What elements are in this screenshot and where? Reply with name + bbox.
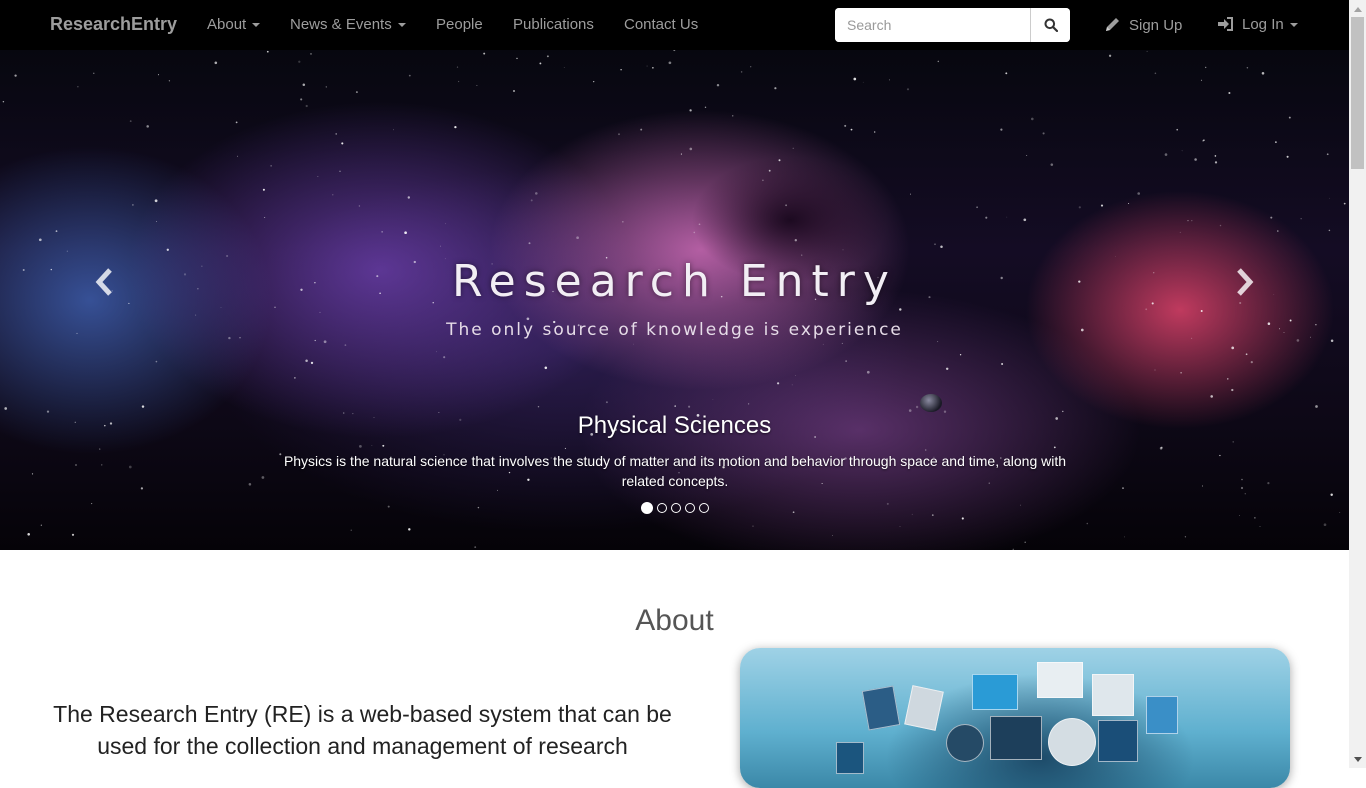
nav-people[interactable]: People <box>436 16 483 33</box>
carousel-indicator-5[interactable] <box>698 503 709 513</box>
log-in-icon <box>1218 17 1233 31</box>
about-heading: About <box>635 604 714 637</box>
login-dropdown[interactable]: Log In <box>1217 16 1298 33</box>
carousel-indicator-3[interactable] <box>670 503 681 513</box>
slide-caption-text: Physics is the natural science that invo… <box>283 453 1067 489</box>
top-navbar: ResearchEntry About News & Events People… <box>0 0 1349 50</box>
about-text: The Research Entry (RE) is a web-based s… <box>53 701 672 759</box>
search-button[interactable] <box>1030 8 1070 42</box>
about-illustration <box>740 648 1290 788</box>
signup-link[interactable]: Sign Up <box>1104 16 1182 34</box>
nav-news-events[interactable]: News & Events <box>290 16 406 33</box>
caret-down-icon <box>1289 23 1298 28</box>
nav-about[interactable]: About <box>207 16 261 33</box>
carousel-indicator-1[interactable] <box>640 502 653 514</box>
nav-contact-us[interactable]: Contact Us <box>624 16 698 33</box>
scroll-up-arrow[interactable] <box>1349 0 1366 17</box>
caret-down-icon <box>252 23 261 28</box>
triangle-up-icon <box>1353 6 1362 12</box>
search-form <box>835 8 1070 42</box>
planet-graphic <box>920 394 942 412</box>
brand-logo[interactable]: ResearchEntry <box>50 14 177 35</box>
slide-caption-title: Physical Sciences <box>577 412 772 439</box>
scroll-thumb[interactable] <box>1351 17 1364 169</box>
carousel-indicator-4[interactable] <box>684 503 695 513</box>
hero-title: Research Entry <box>452 256 897 307</box>
hero-tagline: The only source of knowledge is experien… <box>446 320 903 340</box>
nav-about-label: About <box>207 16 247 33</box>
scroll-down-arrow[interactable] <box>1349 751 1366 768</box>
nav-publications[interactable]: Publications <box>513 16 594 33</box>
search-icon <box>1044 18 1058 32</box>
signup-label: Sign Up <box>1129 17 1183 34</box>
hero-carousel: Research Entry The only source of knowle… <box>0 50 1349 550</box>
page-scrollbar[interactable] <box>1349 0 1366 768</box>
login-label: Log In <box>1242 16 1284 33</box>
carousel-next-button[interactable] <box>1230 262 1260 302</box>
nav-news-events-label: News & Events <box>290 16 392 33</box>
carousel-indicators <box>0 502 1349 514</box>
caret-down-icon <box>397 23 406 28</box>
carousel-prev-button[interactable] <box>89 262 119 302</box>
pencil-icon <box>1106 18 1119 31</box>
chevron-left-icon <box>95 268 112 296</box>
search-input[interactable] <box>835 8 1030 42</box>
triangle-down-icon <box>1353 756 1362 762</box>
chevron-right-icon <box>1237 268 1254 296</box>
carousel-indicator-2[interactable] <box>656 503 667 513</box>
